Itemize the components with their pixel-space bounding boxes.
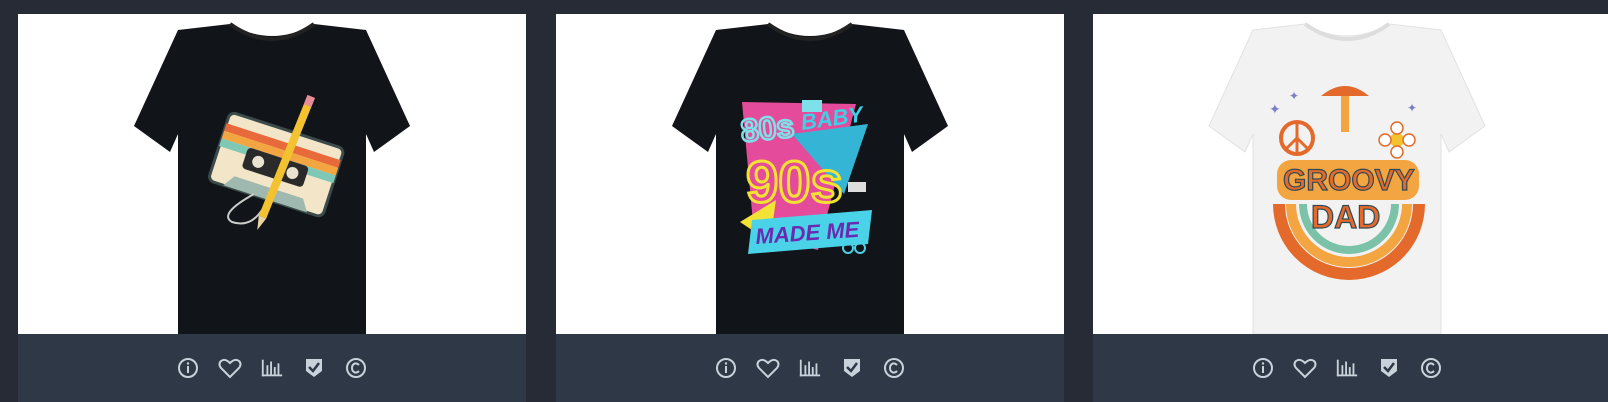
design-text-90s: 90s bbox=[746, 150, 843, 215]
design-text-dad: DAD bbox=[1311, 199, 1380, 235]
shield-check-icon[interactable] bbox=[1377, 356, 1401, 380]
shield-check-icon[interactable] bbox=[302, 356, 326, 380]
action-bar bbox=[1093, 334, 1601, 402]
product-card: 80s BABY 90s MADE ME bbox=[556, 14, 1064, 402]
product-image-80s-baby-shirt[interactable]: 80s BABY 90s MADE ME bbox=[556, 14, 1064, 334]
design-text-80s: 80s bbox=[739, 108, 796, 149]
info-icon[interactable] bbox=[1251, 356, 1275, 380]
product-card bbox=[18, 14, 526, 402]
heart-icon[interactable] bbox=[218, 356, 242, 380]
svg-text:✦: ✦ bbox=[1407, 101, 1417, 115]
action-bar bbox=[18, 334, 526, 402]
info-icon[interactable] bbox=[176, 356, 200, 380]
product-image-groovy-dad-shirt[interactable]: GROOVY DAD ✦ ✦ ✦ bbox=[1093, 14, 1608, 334]
bar-chart-icon[interactable] bbox=[260, 356, 284, 380]
copyright-icon[interactable] bbox=[344, 356, 368, 380]
product-grid: 80s BABY 90s MADE ME GROOVY DAD ✦ ✦ ✦ bbox=[0, 0, 1608, 402]
svg-text:✦: ✦ bbox=[1269, 102, 1281, 118]
svg-text:✦: ✦ bbox=[1289, 89, 1299, 103]
product-card: GROOVY DAD ✦ ✦ ✦ bbox=[1093, 14, 1608, 402]
info-icon[interactable] bbox=[714, 356, 738, 380]
design-text-groovy: GROOVY bbox=[1283, 164, 1415, 197]
heart-icon[interactable] bbox=[756, 356, 780, 380]
action-bar bbox=[556, 334, 1064, 402]
shield-check-icon[interactable] bbox=[840, 356, 864, 380]
copyright-icon[interactable] bbox=[1419, 356, 1443, 380]
heart-icon[interactable] bbox=[1293, 356, 1317, 380]
bar-chart-icon[interactable] bbox=[1335, 356, 1359, 380]
bar-chart-icon[interactable] bbox=[798, 356, 822, 380]
copyright-icon[interactable] bbox=[882, 356, 906, 380]
product-image-cassette-shirt[interactable] bbox=[18, 14, 526, 334]
